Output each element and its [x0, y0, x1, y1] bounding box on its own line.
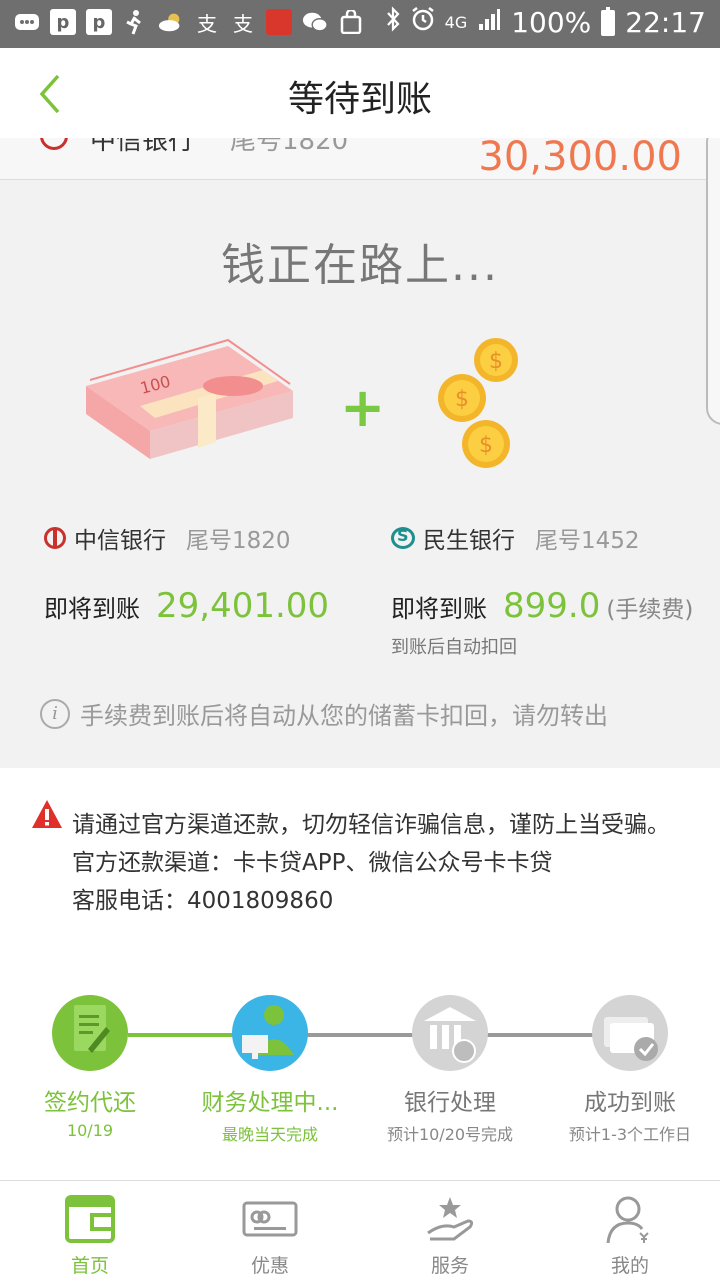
finance-worker-icon — [232, 995, 308, 1071]
alipay-icon: 支 — [197, 11, 217, 36]
step-subtitle: 预计1-3个工作日 — [568, 1125, 692, 1144]
transfer-status-section: 钱正在路上... 100 + $ $ $ 中信银行 尾号1820 即将到账 29… — [0, 181, 720, 768]
tab-home[interactable]: 首页 — [0, 1181, 180, 1280]
step-title: 签约代还 — [44, 1090, 136, 1116]
step-subtitle: 预计10/20号完成 — [386, 1125, 514, 1144]
alarm-icon — [411, 6, 435, 39]
bank-building-icon — [412, 995, 488, 1071]
clock: 22:17 — [625, 6, 706, 39]
wallet-icon — [65, 1195, 115, 1243]
app-red-icon — [266, 9, 292, 35]
tab-label: 优惠 — [250, 1255, 289, 1277]
navigation-header: 等待到账 — [0, 48, 720, 138]
page-title: 等待到账 — [287, 79, 432, 120]
battery-icon — [601, 6, 616, 36]
warning-line-2: 官方还款渠道：卡卡贷APP、微信公众号卡卡贷 — [72, 850, 553, 876]
bank-b-arrive-label: 即将到账 — [391, 595, 487, 623]
tab-label: 服务 — [430, 1255, 469, 1277]
alipay-icon: 支 — [233, 11, 253, 36]
warning-icon — [32, 800, 62, 828]
step-sign: 签约代还 10/19 — [0, 995, 180, 1140]
step-subtitle: 最晚当天完成 — [221, 1125, 318, 1144]
bank-a-arrival: 即将到账 29,401.00 — [44, 586, 329, 626]
run-icon — [122, 8, 148, 36]
status-icons-right: 4G 100% 22:17 — [385, 6, 706, 39]
weather-icon — [158, 8, 184, 36]
wechat-icon — [302, 8, 328, 36]
svg-text:$: $ — [479, 433, 493, 458]
card-check-icon — [592, 995, 668, 1071]
tab-profile[interactable]: 我的 — [540, 1181, 720, 1280]
step-title: 财务处理中... — [201, 1090, 339, 1116]
step-title: 银行处理 — [404, 1090, 496, 1116]
bank-a-row: 中信银行 尾号1820 — [44, 521, 291, 555]
warning-line-3: 客服电话：4001809860 — [72, 888, 334, 914]
bank-a-amount: 29,401.00 — [156, 586, 330, 626]
coins-icon: $ $ $ — [438, 338, 518, 468]
status-headline: 钱正在路上... — [221, 240, 499, 291]
bank-b-row: 民生银行 尾号1452 — [391, 521, 640, 555]
status-bar: p p 支 支 4G 100% 22:17 — [0, 0, 720, 48]
status-icons-left: p p 支 支 — [14, 8, 364, 36]
bank-b-name: 民生银行 — [423, 528, 515, 554]
p-icon: p — [50, 9, 76, 35]
fee-note: (手续费) — [606, 597, 694, 623]
tab-label: 首页 — [70, 1255, 109, 1277]
step-title: 成功到账 — [584, 1090, 676, 1116]
plus-icon: + — [340, 376, 386, 439]
signal-icon — [477, 6, 501, 39]
p-icon: p — [86, 9, 112, 35]
cmbc-bank-icon — [391, 526, 415, 549]
warning-line-1: 请通过官方渠道还款，切勿轻信诈骗信息，谨防上当受骗。 — [72, 812, 670, 838]
svg-text:$: $ — [455, 387, 469, 412]
bottom-tab-bar: 首页 优惠 服务 我的 — [0, 1180, 720, 1280]
progress-steps: 签约代还 10/19 财务处理中... 最晚当天完成 银行处理 预计10/20号… — [0, 995, 720, 1165]
info-icon: i — [40, 698, 70, 729]
bank-b-arrival: 即将到账 899.0 (手续费) — [391, 586, 693, 626]
bank-a-name: 中信银行 — [74, 528, 166, 554]
svg-text:$: $ — [489, 349, 503, 374]
banknote-stack-icon: 100 — [86, 338, 293, 459]
contract-icon — [52, 995, 128, 1071]
step-processing: 财务处理中... 最晚当天完成 — [180, 995, 360, 1145]
fee-notice-text: 手续费到账后将自动从您的储蓄卡扣回，请勿转出 — [80, 702, 608, 730]
bluetooth-icon — [385, 6, 401, 39]
bank-a-arrive-label: 即将到账 — [44, 595, 140, 623]
tab-label: 我的 — [610, 1255, 649, 1277]
step-success: 成功到账 预计1-3个工作日 — [540, 995, 720, 1145]
bank-b-amount: 899.0 — [503, 586, 601, 626]
bank-a-tail: 尾号1820 — [186, 528, 291, 554]
network-type: 4G — [444, 12, 468, 32]
summary-amount: 30,300.00 — [478, 134, 682, 180]
message-icon — [14, 8, 40, 36]
tab-service[interactable]: 服务 — [360, 1181, 540, 1280]
tab-offers[interactable]: 优惠 — [180, 1181, 360, 1280]
citic-bank-icon — [44, 527, 66, 549]
bag-icon — [338, 8, 364, 36]
coupon-card-icon — [242, 1201, 298, 1237]
fee-notice: i 手续费到账后将自动从您的储蓄卡扣回，请勿转出 — [40, 696, 608, 731]
battery-percent: 100% — [511, 6, 592, 39]
step-subtitle: 10/19 — [66, 1121, 114, 1140]
scroll-handle[interactable] — [706, 125, 720, 425]
step-bank: 银行处理 预计10/20号完成 — [360, 995, 540, 1145]
hand-star-icon — [427, 1197, 474, 1241]
user-icon — [606, 1196, 649, 1244]
bank-b-tail: 尾号1452 — [535, 528, 640, 554]
auto-deduct-note: 到账后自动扣回 — [391, 637, 517, 658]
